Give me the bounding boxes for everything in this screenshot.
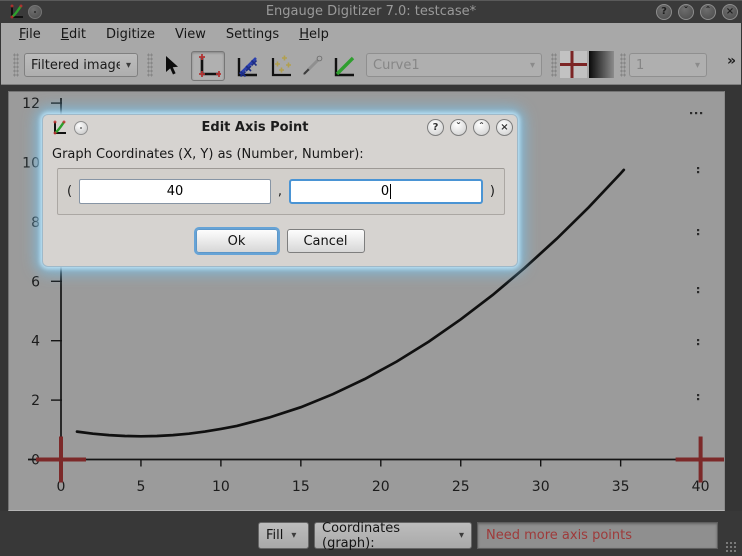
toolbar-grip[interactable] xyxy=(147,53,153,77)
coordinates-group: ( 40 , 0 ) xyxy=(57,168,505,215)
background-selection-combo[interactable]: Filtered image ▾ xyxy=(24,53,138,77)
engauge-app-icon xyxy=(51,120,67,140)
menu-view[interactable]: View xyxy=(166,25,215,44)
color-picker-tool-button[interactable] xyxy=(298,51,326,81)
svg-text:30: 30 xyxy=(532,479,550,495)
toolbar-grip[interactable] xyxy=(620,53,626,77)
zoom-combo[interactable]: Fill ▾ xyxy=(258,522,309,549)
eyedropper-icon xyxy=(300,54,324,78)
svg-text:20: 20 xyxy=(372,479,390,495)
help-window-button[interactable]: ? xyxy=(656,4,672,20)
maximize-window-button[interactable]: ˆ xyxy=(700,4,716,20)
y-coordinate-value: 0 xyxy=(381,184,389,199)
svg-text:5: 5 xyxy=(136,479,145,495)
point-match-tool-icon xyxy=(268,53,294,79)
menu-help[interactable]: Help xyxy=(290,25,338,44)
axes-checker-swatch xyxy=(560,51,587,82)
close-window-button[interactable]: × xyxy=(722,4,738,20)
chevron-down-icon: ▾ xyxy=(530,60,535,71)
x-coordinate-value: 40 xyxy=(167,184,184,199)
toolbar-overflow-chevron[interactable]: » xyxy=(727,53,734,69)
svg-text:10: 10 xyxy=(22,156,40,172)
axis-point-tool-icon xyxy=(195,53,221,79)
segment-fill-tool-button[interactable] xyxy=(327,51,361,81)
svg-text:35: 35 xyxy=(612,479,630,495)
edit-axis-point-dialog: Edit Axis Point ? ˇ ˆ × Graph Coordinate… xyxy=(42,114,518,267)
close-paren-label: ) xyxy=(490,184,495,199)
axis-point-tool-button[interactable] xyxy=(191,51,225,81)
color-filter-combo[interactable]: 1 ▾ xyxy=(629,53,707,77)
svg-text:2: 2 xyxy=(31,393,40,409)
chevron-down-icon: ▾ xyxy=(291,530,296,541)
curve-point-tool-icon xyxy=(234,53,260,79)
dialog-title: Edit Axis Point xyxy=(103,115,407,141)
toolbar-grip[interactable] xyxy=(13,53,19,77)
svg-text:8: 8 xyxy=(31,215,40,231)
select-tool-button[interactable] xyxy=(156,51,188,81)
menu-digitize[interactable]: Digitize xyxy=(97,25,164,44)
svg-text:4: 4 xyxy=(31,334,40,350)
coordinates-prompt-label: Graph Coordinates (X, Y) as (Number, Num… xyxy=(52,147,364,162)
svg-text:6: 6 xyxy=(31,274,40,290)
svg-text:15: 15 xyxy=(292,479,310,495)
shade-window-button[interactable]: ˇ xyxy=(678,4,694,20)
chevron-down-icon: ▾ xyxy=(695,60,700,71)
svg-text:25: 25 xyxy=(452,479,470,495)
dialog-help-button[interactable]: ? xyxy=(427,119,444,136)
status-message-field: Need more axis points xyxy=(477,522,718,549)
comma-label: , xyxy=(278,184,282,199)
svg-text:10: 10 xyxy=(212,479,230,495)
menu-file[interactable]: File xyxy=(10,25,50,44)
menubar: FileEditDigitizeViewSettingsHelp xyxy=(1,23,741,45)
window-title: Engauge Digitizer 7.0: testcase* xyxy=(0,1,742,23)
cancel-button[interactable]: Cancel xyxy=(287,229,365,253)
curve-select-combo[interactable]: Curve1 ▾ xyxy=(366,53,542,77)
chevron-down-icon: ▾ xyxy=(126,60,131,71)
coordinates-display-combo[interactable]: Coordinates (graph): ▾ xyxy=(314,522,472,549)
ok-button[interactable]: Ok xyxy=(196,229,278,253)
engauge-main-window: Engauge Digitizer 7.0: testcase* ? ˇ ˆ ×… xyxy=(0,0,742,556)
dialog-shade-button[interactable]: ˇ xyxy=(450,119,467,136)
open-paren-label: ( xyxy=(67,184,72,199)
gradient-filter-swatch xyxy=(589,51,614,78)
dialog-menu-button[interactable] xyxy=(74,121,88,135)
dialog-unshade-button[interactable]: ˆ xyxy=(473,119,490,136)
curve-point-tool-button[interactable] xyxy=(230,51,264,81)
point-match-tool-button[interactable] xyxy=(264,51,298,81)
status-message: Need more axis points xyxy=(486,528,632,543)
toolbar-grip[interactable] xyxy=(551,53,557,77)
chevron-down-icon: ▾ xyxy=(459,530,464,541)
svg-text:12: 12 xyxy=(22,96,40,112)
window-resize-grip[interactable] xyxy=(725,541,738,554)
dialog-titlebar[interactable]: Edit Axis Point ? ˇ ˆ × xyxy=(43,115,517,141)
cursor-arrow-icon xyxy=(162,55,182,77)
window-titlebar[interactable]: Engauge Digitizer 7.0: testcase* ? ˇ ˆ × xyxy=(0,1,742,23)
statusbar: Fill ▾ Coordinates (graph): ▾ Need more … xyxy=(0,511,742,556)
segment-fill-tool-icon xyxy=(331,53,357,79)
menu-settings[interactable]: Settings xyxy=(217,25,288,44)
x-coordinate-field[interactable]: 40 xyxy=(79,179,271,204)
menu-edit[interactable]: Edit xyxy=(52,25,95,44)
text-caret xyxy=(390,184,391,199)
dialog-close-button[interactable]: × xyxy=(496,119,513,136)
y-coordinate-field[interactable]: 0 xyxy=(289,179,483,204)
